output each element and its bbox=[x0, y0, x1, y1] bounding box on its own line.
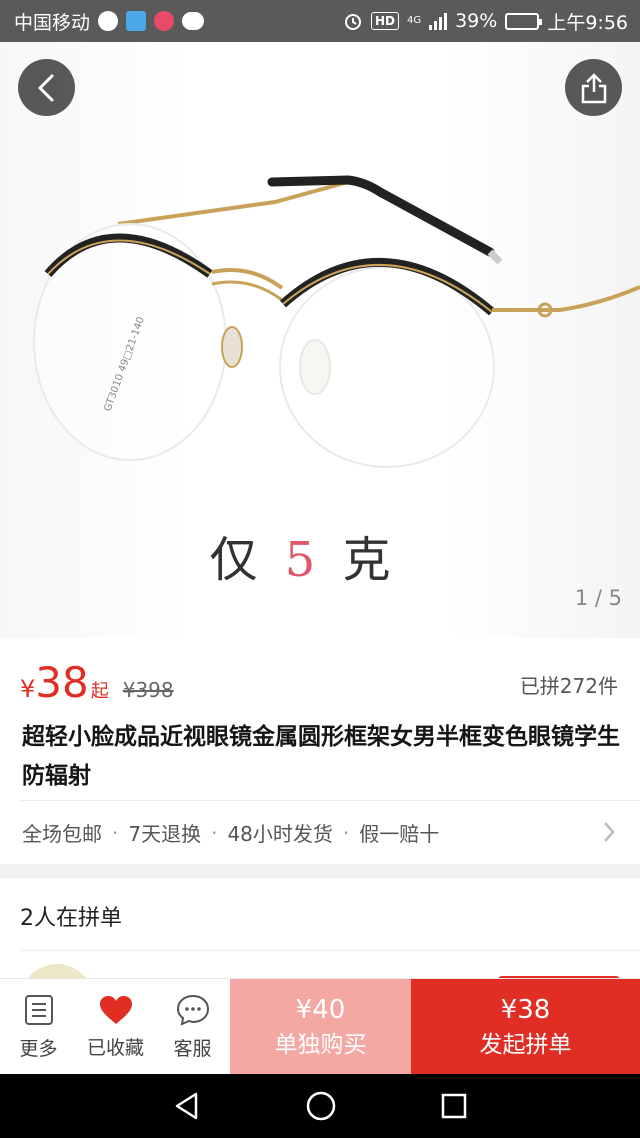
caption-prefix: 仅 bbox=[209, 532, 264, 588]
app-notification-icon bbox=[98, 11, 119, 31]
sold-count: 已拼272件 bbox=[519, 674, 618, 698]
bottom-action-bar: 更多 已收藏 客服 ¥40 单独购买 ¥38 发起拼单 bbox=[0, 978, 640, 1075]
currency-symbol: ¥ bbox=[20, 675, 36, 703]
nav-recents-icon[interactable] bbox=[440, 1092, 468, 1120]
more-button[interactable]: 更多 bbox=[0, 979, 77, 1075]
price-row: ¥ 38 起 ¥398 bbox=[20, 658, 174, 707]
heart-app-icon bbox=[154, 11, 175, 31]
back-icon bbox=[38, 74, 53, 101]
group-buy-price: ¥38 bbox=[500, 995, 551, 1025]
share-icon bbox=[581, 72, 606, 103]
signal-icon bbox=[429, 12, 448, 30]
carrier-label: 中国移动 bbox=[14, 11, 91, 34]
favorite-label: 已收藏 bbox=[86, 1036, 144, 1059]
hd-badge: HD bbox=[370, 12, 399, 30]
video-app-icon bbox=[126, 11, 147, 31]
group-buy-title: 2人在拼单 bbox=[20, 906, 122, 931]
network-type: 4G bbox=[406, 15, 422, 26]
battery-percent: 39% bbox=[455, 10, 498, 32]
battery-icon bbox=[505, 12, 543, 30]
caption-number: 5 bbox=[284, 532, 322, 588]
more-label: 更多 bbox=[19, 1037, 58, 1060]
back-button[interactable] bbox=[18, 59, 75, 116]
clock: 上午9:56 bbox=[547, 11, 628, 34]
service-separator: · bbox=[112, 820, 119, 845]
status-bar-right: HD 4G 39% 上午9:56 bbox=[343, 8, 628, 35]
divider bbox=[20, 950, 640, 951]
nav-back-icon[interactable] bbox=[172, 1091, 202, 1121]
service-separator: · bbox=[342, 820, 350, 845]
solo-price: ¥40 bbox=[295, 995, 346, 1025]
customer-service-icon bbox=[176, 994, 209, 1026]
nav-home-icon[interactable] bbox=[305, 1090, 337, 1122]
buy-alone-button[interactable]: ¥40 单独购买 bbox=[230, 979, 411, 1075]
service-guarantees[interactable]: 全场包邮 · 7天退换 · 48小时发货 · 假一赔十 bbox=[22, 818, 439, 847]
service-separator: · bbox=[211, 820, 218, 845]
gallery-caption: 仅 5 克 bbox=[0, 520, 606, 590]
alarm-icon bbox=[344, 14, 361, 30]
favorite-button[interactable]: 已收藏 bbox=[77, 979, 154, 1075]
divider bbox=[20, 800, 640, 801]
wechat-icon bbox=[182, 12, 205, 30]
status-bar-left: 中国移动 bbox=[14, 8, 205, 35]
service-item: 假一赔十 bbox=[359, 822, 440, 846]
start-group-buy-button[interactable]: ¥38 发起拼单 bbox=[411, 979, 640, 1075]
product-image-gallery[interactable]: GT3010 49□21-140 仅 5 克 1 / 5 bbox=[0, 42, 640, 638]
group-price: 38 bbox=[35, 658, 89, 707]
service-item: 全场包邮 bbox=[22, 822, 102, 846]
system-navigation-bar bbox=[0, 1074, 640, 1138]
original-price: ¥398 bbox=[122, 678, 174, 702]
eyeglasses-image: GT3010 49□21-140 bbox=[33, 175, 640, 468]
more-icon bbox=[24, 994, 53, 1025]
price-suffix: 起 bbox=[90, 681, 109, 702]
caption-suffix: 克 bbox=[342, 532, 397, 588]
service-item: 7天退换 bbox=[128, 822, 202, 846]
gallery-pager: 1 / 5 bbox=[574, 586, 622, 610]
chevron-right-icon[interactable] bbox=[602, 820, 616, 844]
heart-icon bbox=[99, 995, 132, 1024]
solo-label: 单独购买 bbox=[274, 1032, 367, 1058]
customer-service-label: 客服 bbox=[173, 1037, 212, 1060]
customer-service-button[interactable]: 客服 bbox=[154, 979, 231, 1075]
share-button[interactable] bbox=[565, 59, 622, 116]
product-title: 超轻小脸成品近视眼镜金属圆形框架女男半框变色眼镜学生防辐射 bbox=[22, 724, 620, 789]
status-bar: 中国移动 HD 4G 39% 上午9:56 bbox=[0, 0, 640, 42]
service-item: 48小时发货 bbox=[227, 822, 333, 846]
product-info-card: ¥ 38 起 ¥398 已拼272件 超轻小脸成品近视眼镜金属圆形框架女男半框变… bbox=[0, 638, 640, 864]
group-buy-label: 发起拼单 bbox=[479, 1032, 572, 1058]
